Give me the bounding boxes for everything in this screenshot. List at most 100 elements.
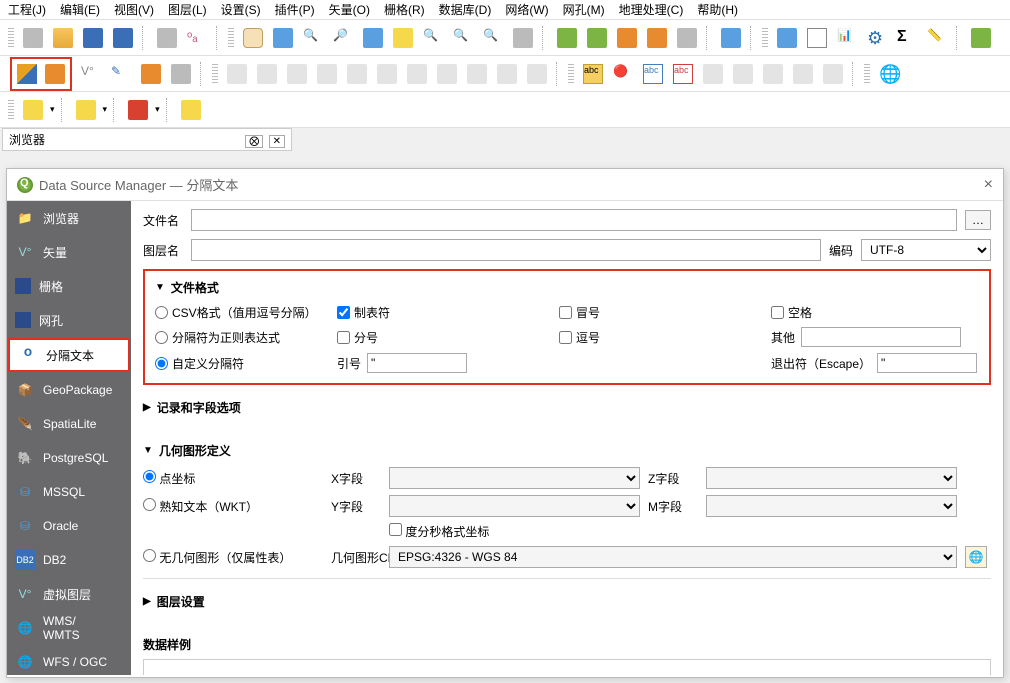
menu-plugins[interactable]: 插件(P) [275, 1, 315, 18]
add-feature-button[interactable] [284, 61, 310, 87]
layer-settings-toggle[interactable]: ▶ 图层设置 [143, 593, 991, 610]
save-button[interactable] [80, 25, 106, 51]
close-icon[interactable]: × [984, 176, 993, 194]
menu-vector[interactable]: 矢量(O) [329, 1, 370, 18]
menu-raster[interactable]: 栅格(R) [384, 1, 425, 18]
new-geopackage-button[interactable] [42, 61, 68, 87]
y-field-select[interactable] [389, 495, 640, 517]
file-format-toggle[interactable]: ▼ 文件格式 [155, 279, 979, 296]
diagram-button[interactable]: 🔴 [610, 61, 636, 87]
menu-processing[interactable]: 地理处理(C) [619, 1, 684, 18]
close-panel-icon[interactable]: ✕ [269, 135, 285, 148]
zoom-last-button[interactable]: 🔍 [450, 25, 476, 51]
sidebar-item-geopackage[interactable]: 📦GeoPackage [7, 373, 131, 407]
deselect-button[interactable] [73, 97, 99, 123]
style-manager-button[interactable]: ᵒₐ [184, 25, 210, 51]
sidebar-item-browser[interactable]: 📁浏览器 [7, 201, 131, 235]
plugin-button[interactable] [968, 25, 994, 51]
toolbar-grip[interactable] [228, 28, 234, 48]
x-field-select[interactable] [389, 467, 640, 489]
chk-comma[interactable]: 逗号 [559, 329, 759, 346]
sidebar-item-raster[interactable]: 栅格 [7, 269, 131, 303]
new-project-button[interactable] [20, 25, 46, 51]
data-source-manager-button[interactable] [14, 61, 40, 87]
radio-point[interactable]: 点坐标 [143, 470, 323, 487]
radio-regex[interactable]: 分隔符为正则表达式 [155, 329, 325, 346]
zoom-out-button[interactable]: 🔎 [330, 25, 356, 51]
menu-settings[interactable]: 设置(S) [221, 1, 261, 18]
sidebar-item-db2[interactable]: DB2DB2 [7, 543, 131, 577]
label6-button[interactable] [760, 61, 786, 87]
paste-button[interactable] [464, 61, 490, 87]
attributes-button[interactable] [804, 25, 830, 51]
record-options-toggle[interactable]: ▶ 记录和字段选项 [143, 399, 991, 416]
edit-button[interactable]: ✎ [108, 61, 134, 87]
radio-wkt[interactable]: 熟知文本（WKT） [143, 498, 323, 515]
label7-button[interactable] [790, 61, 816, 87]
new-map-button[interactable] [554, 25, 580, 51]
edit-toggle-button[interactable] [224, 61, 250, 87]
radio-csv[interactable]: CSV格式（值用逗号分隔） [155, 304, 325, 321]
delete-button[interactable] [374, 61, 400, 87]
radio-nogeom[interactable]: 无几何图形（仅属性表） [143, 549, 323, 566]
chk-colon[interactable]: 冒号 [559, 304, 759, 321]
redo-button[interactable] [524, 61, 550, 87]
browse-file-button[interactable]: … [965, 210, 991, 230]
pan-button[interactable] [240, 25, 266, 51]
sigma-button[interactable]: Σ [894, 25, 920, 51]
crs-select[interactable]: EPSG:4326 - WGS 84 [389, 546, 957, 568]
sidebar-item-oracle[interactable]: ⛁Oracle [7, 509, 131, 543]
label2-button[interactable]: abc [640, 61, 666, 87]
zoom-selection-button[interactable] [390, 25, 416, 51]
new-3d-button[interactable] [584, 25, 610, 51]
sidebar-item-spatialite[interactable]: 🪶SpatiaLite [7, 407, 131, 441]
zoom-layer-button[interactable]: 🔍 [420, 25, 446, 51]
radio-custom[interactable]: 自定义分隔符 [155, 355, 325, 372]
zoom-full-button[interactable] [360, 25, 386, 51]
save-edits-button[interactable] [254, 61, 280, 87]
cut-button[interactable] [404, 61, 430, 87]
sidebar-item-mssql[interactable]: ⛁MSSQL [7, 475, 131, 509]
refresh2-button[interactable] [718, 25, 744, 51]
select-all-button[interactable] [178, 97, 204, 123]
zoom-next-button[interactable]: 🔍 [480, 25, 506, 51]
copy-button[interactable] [434, 61, 460, 87]
sidebar-item-wfs[interactable]: 🌐WFS / OGC [7, 645, 131, 675]
vector-layer-button[interactable]: V° [78, 61, 104, 87]
label4-button[interactable] [700, 61, 726, 87]
zoom-in-button[interactable]: 🔍 [300, 25, 326, 51]
label8-button[interactable] [820, 61, 846, 87]
sidebar-item-postgresql[interactable]: 🐘PostgreSQL [7, 441, 131, 475]
sidebar-item-wms[interactable]: 🌐WMS/ WMTS [7, 611, 131, 645]
sidebar-item-mesh[interactable]: 网孔 [7, 303, 131, 337]
virtual-button[interactable] [168, 61, 194, 87]
crs-picker-button[interactable]: 🌐 [965, 546, 987, 568]
m-field-select[interactable] [706, 495, 957, 517]
select-by-expr-button[interactable] [125, 97, 151, 123]
encoding-select[interactable]: UTF-8 [861, 239, 991, 261]
menu-view[interactable]: 视图(V) [114, 1, 154, 18]
toolbar-grip[interactable] [8, 28, 14, 48]
chk-tab[interactable]: 制表符 [337, 304, 547, 321]
chip-button[interactable] [138, 61, 164, 87]
chk-space[interactable]: 空格 [771, 304, 1001, 321]
layout-button[interactable] [154, 25, 180, 51]
bookmark-button[interactable] [614, 25, 640, 51]
geometry-toggle[interactable]: ▼ 几何图形定义 [143, 442, 991, 459]
move-feature-button[interactable] [314, 61, 340, 87]
menu-database[interactable]: 数据库(D) [439, 1, 492, 18]
undo-button[interactable] [494, 61, 520, 87]
menu-layer[interactable]: 图层(L) [168, 1, 207, 18]
z-field-select[interactable] [706, 467, 957, 489]
other-input[interactable] [801, 327, 961, 347]
filename-input[interactable] [191, 209, 957, 231]
menu-project[interactable]: 工程(J) [8, 1, 46, 18]
toolbox-button[interactable]: ⚙ [864, 25, 890, 51]
label-button[interactable]: abc [580, 61, 606, 87]
chk-dms[interactable]: 度分秒格式坐标 [389, 523, 991, 540]
pan-to-selection-button[interactable] [270, 25, 296, 51]
measure-button[interactable]: 📏 [924, 25, 950, 51]
globe-button[interactable]: 🌐 [876, 61, 902, 87]
escape-input[interactable] [877, 353, 977, 373]
open-project-button[interactable] [50, 25, 76, 51]
